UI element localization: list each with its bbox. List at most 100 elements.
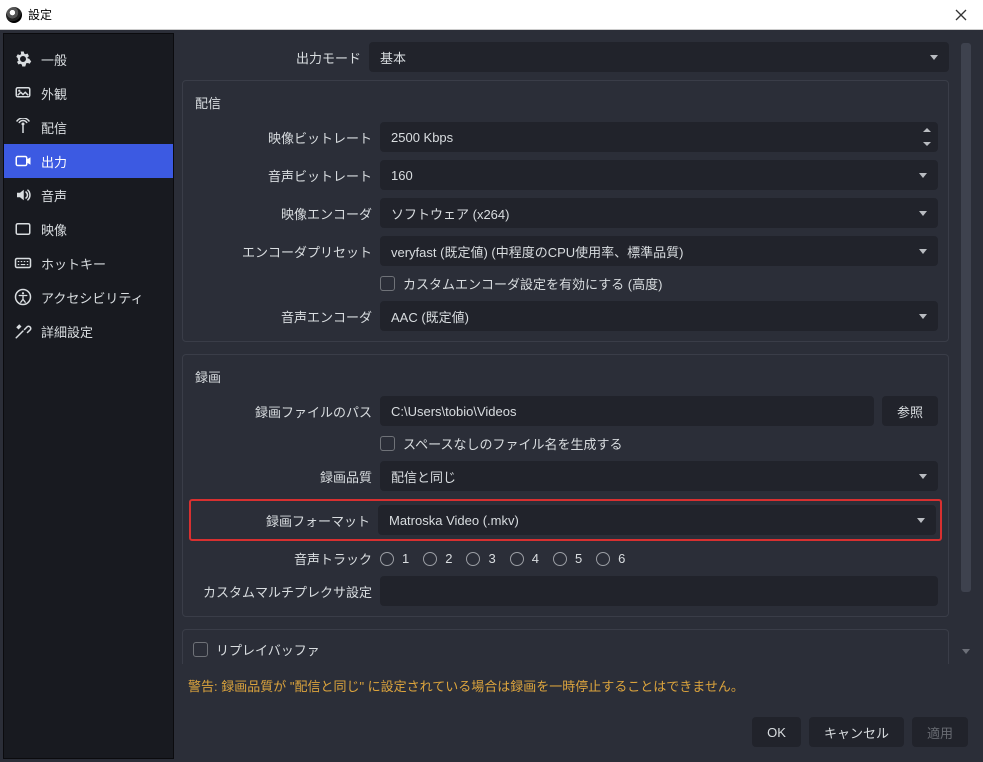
- audio-bitrate-select[interactable]: 160: [380, 160, 938, 190]
- ok-button[interactable]: OK: [752, 717, 801, 747]
- audio-track-label: 音声トラック: [193, 549, 380, 568]
- sidebar-item-label: 一般: [41, 50, 67, 69]
- audio-encoder-value: AAC (既定値): [391, 307, 469, 326]
- browse-label: 参照: [897, 402, 923, 421]
- close-button[interactable]: [938, 0, 983, 30]
- audio-track-5[interactable]: 5: [553, 551, 582, 566]
- audio-icon: [14, 186, 32, 204]
- tools-icon: [14, 322, 32, 340]
- video-bitrate-label: 映像ビットレート: [193, 128, 380, 147]
- nospace-filename-checkbox[interactable]: [380, 436, 395, 451]
- nospace-filename-label[interactable]: スペースなしのファイル名を生成する: [403, 434, 622, 453]
- app-icon: [6, 7, 22, 23]
- recording-quality-select[interactable]: 配信と同じ: [380, 461, 938, 491]
- output-mode-select[interactable]: 基本: [369, 42, 949, 72]
- chevron-down-icon: [930, 55, 938, 60]
- recording-format-highlight: 録画フォーマット Matroska Video (.mkv): [189, 499, 942, 541]
- audio-track-3[interactable]: 3: [466, 551, 495, 566]
- encoder-preset-label: エンコーダプリセット: [193, 242, 380, 261]
- broadcast-icon: [14, 118, 32, 136]
- chevron-down-icon: [919, 474, 927, 479]
- video-encoder-label: 映像エンコーダ: [193, 204, 380, 223]
- output-mode-label: 出力モード: [182, 48, 369, 67]
- sidebar-item-label: 詳細設定: [41, 322, 93, 341]
- replay-buffer-checkbox[interactable]: [193, 642, 208, 657]
- audio-track-6[interactable]: 6: [596, 551, 625, 566]
- custom-mux-input[interactable]: [380, 576, 938, 606]
- sidebar-item-label: 外観: [41, 84, 67, 103]
- sidebar-item-accessibility[interactable]: アクセシビリティ: [4, 280, 173, 314]
- apply-button[interactable]: 適用: [912, 717, 968, 747]
- chevron-down-icon: [919, 211, 927, 216]
- warning-text: 警告: 録画品質が "配信と同じ" に設定されている場合は録画を一時停止すること…: [174, 664, 980, 707]
- audio-track-radios: 1 2 3 4 5 6: [380, 551, 625, 566]
- sidebar-item-hotkeys[interactable]: ホットキー: [4, 246, 173, 280]
- video-encoder-select[interactable]: ソフトウェア (x264): [380, 198, 938, 228]
- chevron-down-icon: [919, 249, 927, 254]
- scrollbar[interactable]: [958, 43, 974, 660]
- sidebar-item-general[interactable]: 一般: [4, 42, 173, 76]
- output-icon: [14, 152, 32, 170]
- custom-mux-label: カスタムマルチプレクサ設定: [193, 582, 380, 601]
- recording-group-title: 録画: [193, 363, 938, 396]
- audio-encoder-select[interactable]: AAC (既定値): [380, 301, 938, 331]
- recording-quality-value: 配信と同じ: [391, 467, 456, 486]
- sidebar-item-label: 映像: [41, 220, 67, 239]
- audio-track-1[interactable]: 1: [380, 551, 409, 566]
- titlebar: 設定: [0, 0, 983, 30]
- recording-path-input[interactable]: C:\Users\tobio\Videos: [380, 396, 874, 426]
- spin-down-button[interactable]: [917, 137, 937, 151]
- sidebar: 一般 外観 配信 出力 音声 映像 ホットキー アクセシビリティ: [3, 33, 174, 759]
- scrollbar-down-button[interactable]: [958, 642, 974, 660]
- recording-format-label: 録画フォーマット: [195, 511, 378, 530]
- sidebar-item-output[interactable]: 出力: [4, 144, 173, 178]
- video-bitrate-value: 2500 Kbps: [391, 130, 453, 145]
- sidebar-item-label: 配信: [41, 118, 67, 137]
- encoder-preset-value: veryfast (既定値) (中程度のCPU使用率、標準品質): [391, 242, 684, 261]
- spin-buttons: [917, 123, 937, 151]
- sidebar-item-label: 出力: [41, 152, 67, 171]
- cancel-button[interactable]: キャンセル: [809, 717, 904, 747]
- encoder-preset-select[interactable]: veryfast (既定値) (中程度のCPU使用率、標準品質): [380, 236, 938, 266]
- sidebar-item-stream[interactable]: 配信: [4, 110, 173, 144]
- streaming-group: 配信 映像ビットレート 2500 Kbps: [182, 80, 949, 342]
- recording-path-label: 録画ファイルのパス: [193, 402, 380, 421]
- video-bitrate-input[interactable]: 2500 Kbps: [380, 122, 938, 152]
- chevron-down-icon: [917, 518, 925, 523]
- chevron-down-icon: [919, 314, 927, 319]
- streaming-group-title: 配信: [193, 89, 938, 122]
- custom-encoder-label[interactable]: カスタムエンコーダ設定を有効にする (高度): [403, 274, 662, 293]
- video-icon: [14, 220, 32, 238]
- sidebar-item-label: ホットキー: [41, 254, 106, 273]
- chevron-down-icon: [919, 173, 927, 178]
- sidebar-item-appearance[interactable]: 外観: [4, 76, 173, 110]
- sidebar-item-video[interactable]: 映像: [4, 212, 173, 246]
- replay-buffer-group: リプレイバッファ: [182, 629, 949, 664]
- recording-format-value: Matroska Video (.mkv): [389, 513, 519, 528]
- recording-group: 録画 録画ファイルのパス C:\Users\tobio\Videos 参照: [182, 354, 949, 617]
- sidebar-item-audio[interactable]: 音声: [4, 178, 173, 212]
- keyboard-icon: [14, 254, 32, 272]
- spin-up-button[interactable]: [917, 123, 937, 137]
- audio-bitrate-value: 160: [391, 168, 413, 183]
- audio-bitrate-label: 音声ビットレート: [193, 166, 380, 185]
- recording-quality-label: 録画品質: [193, 467, 380, 486]
- scrollbar-thumb[interactable]: [961, 43, 971, 592]
- sidebar-item-advanced[interactable]: 詳細設定: [4, 314, 173, 348]
- appearance-icon: [14, 84, 32, 102]
- output-mode-value: 基本: [380, 48, 406, 67]
- audio-encoder-label: 音声エンコーダ: [193, 307, 380, 326]
- window-title: 設定: [28, 6, 52, 23]
- sidebar-item-label: 音声: [41, 186, 67, 205]
- audio-track-2[interactable]: 2: [423, 551, 452, 566]
- custom-encoder-checkbox[interactable]: [380, 276, 395, 291]
- audio-track-4[interactable]: 4: [510, 551, 539, 566]
- replay-buffer-title[interactable]: リプレイバッファ: [216, 640, 320, 659]
- gear-icon: [14, 50, 32, 68]
- recording-path-value: C:\Users\tobio\Videos: [391, 404, 517, 419]
- video-encoder-value: ソフトウェア (x264): [391, 204, 509, 223]
- browse-button[interactable]: 参照: [882, 396, 938, 426]
- recording-format-select[interactable]: Matroska Video (.mkv): [378, 505, 936, 535]
- accessibility-icon: [14, 288, 32, 306]
- dialog-footer: OK キャンセル 適用: [174, 707, 980, 759]
